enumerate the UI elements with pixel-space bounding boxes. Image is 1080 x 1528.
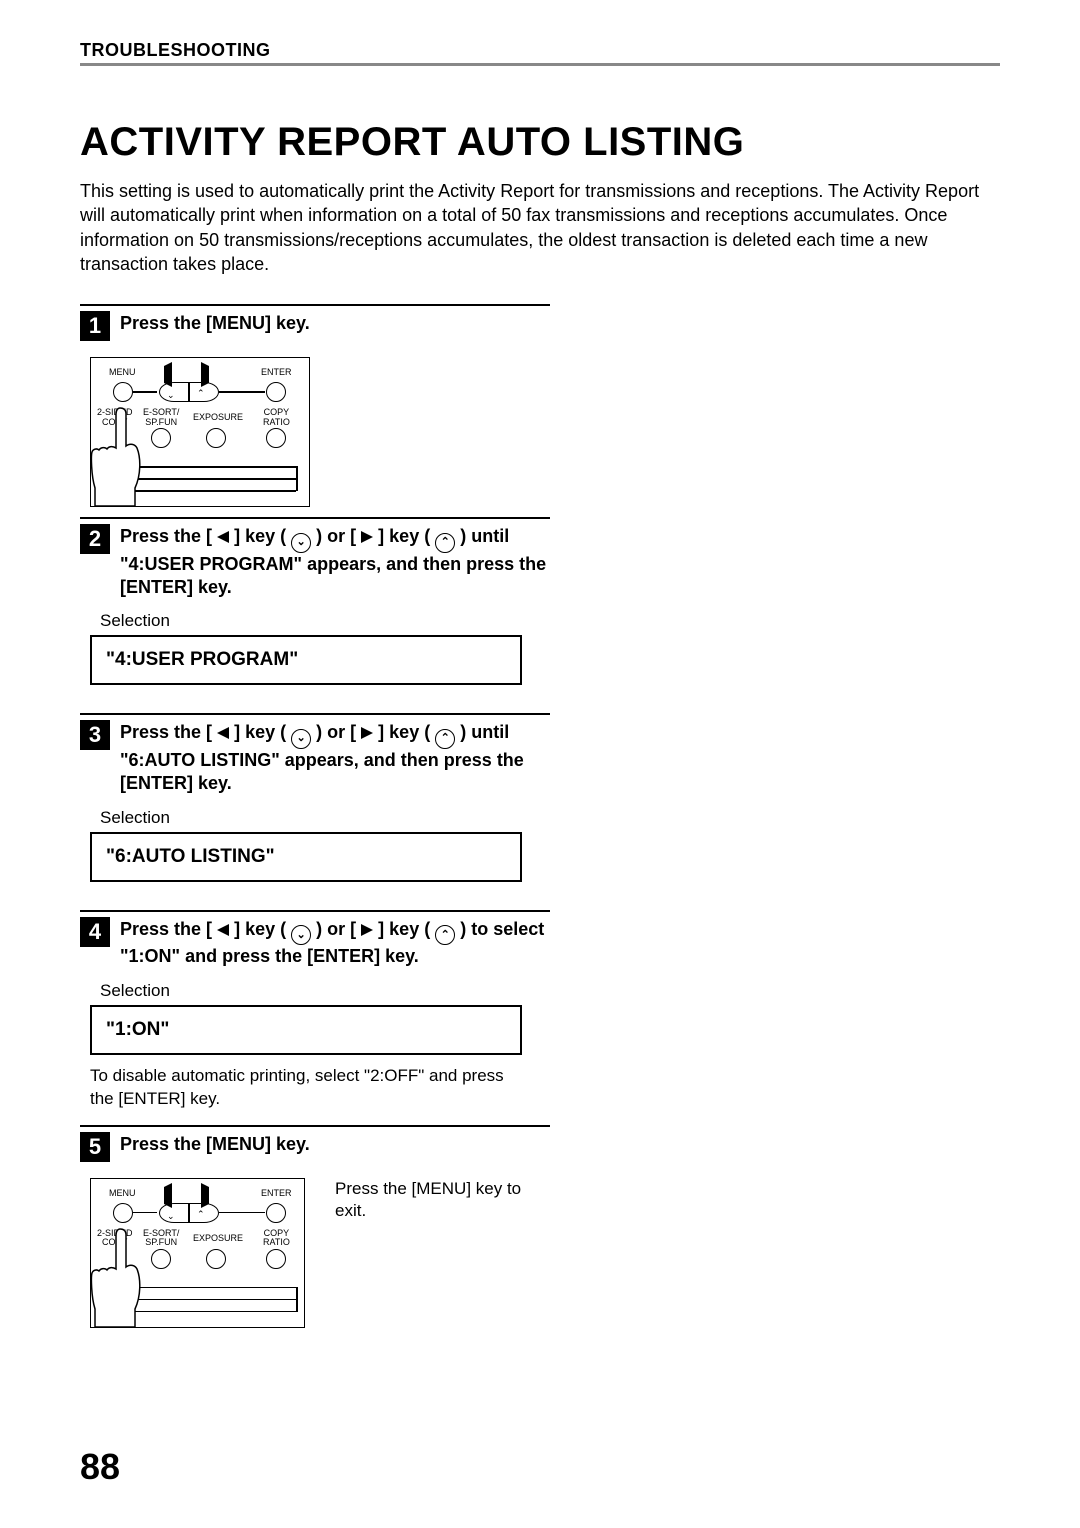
arrow-right-icon [361,727,373,739]
panel-label-exposure: EXPOSURE [193,413,243,422]
control-panel-illustration: MENU ENTER ⌄ ⌃ 2-SIDED COPY E-SORT/ SP.F… [90,357,310,507]
step-5-side-note: Press the [MENU] key to exit. [335,1178,550,1224]
selection-display: "1:ON" [90,1005,522,1055]
panel-arrow-right-icon [201,366,209,384]
step-number: 5 [80,1132,110,1162]
arrow-right-icon [361,924,373,936]
selection-label: Selection [100,611,550,631]
step-number: 3 [80,720,110,750]
circled-down-icon: ⌄ [291,729,311,749]
exposure-button-icon [206,1249,226,1269]
panel-arrow-left-icon [164,1187,172,1205]
circled-up-icon: ⌃ [435,925,455,945]
page-number: 88 [80,1446,120,1488]
circled-down-icon: ⌄ [291,533,311,553]
text: ] key ( [234,526,286,546]
section-header: TROUBLESHOOTING [80,40,1000,66]
pointing-hand-icon [85,403,155,508]
arrow-left-icon [217,924,229,936]
text: ] key ( [378,919,430,939]
copyratio-button-icon [266,428,286,448]
text: ) or [ [316,722,356,742]
menu-button-icon [113,382,133,402]
step-1: 1 Press the [MENU] key. MENU ENTER ⌄ ⌃ 2… [80,304,550,507]
text: ) or [ [316,526,356,546]
enter-button-icon [266,1203,286,1223]
text: Press the [ [120,722,212,742]
intro-paragraph: This setting is used to automatically pr… [80,179,1000,276]
text: ] key ( [234,722,286,742]
text: ) or [ [316,919,356,939]
step-4-title: Press the [ ] key ( ⌄ ) or [ ] key ( ⌃ )… [120,918,550,969]
panel-label-menu: MENU [109,1189,136,1198]
step-number: 1 [80,311,110,341]
selection-display: "6:AUTO LISTING" [90,832,522,882]
panel-arrow-left-icon [164,366,172,384]
enter-button-icon [266,382,286,402]
panel-arrow-right-icon [201,1187,209,1205]
arrow-left-icon [217,727,229,739]
step-2-title: Press the [ ] key ( ⌄ ) or [ ] key ( ⌃ )… [120,525,550,599]
arrow-right-icon [361,531,373,543]
step-1-title: Press the [MENU] key. [120,312,310,335]
copyratio-button-icon [266,1249,286,1269]
step-3-title: Press the [ ] key ( ⌄ ) or [ ] key ( ⌃ )… [120,721,550,795]
step-5: 5 Press the [MENU] key. MENU ENTER ⌄ ⌃ [80,1125,550,1328]
panel-label-menu: MENU [109,368,136,377]
step-3: 3 Press the [ ] key ( ⌄ ) or [ ] key ( ⌃… [80,713,550,881]
pointing-hand-icon [85,1224,155,1329]
step-4-note: To disable automatic printing, select "2… [90,1065,530,1111]
page: TROUBLESHOOTING ACTIVITY REPORT AUTO LIS… [0,0,1080,1528]
control-panel-illustration: MENU ENTER ⌄ ⌃ 2-SIDED COPY E-SORT/ SP.F… [90,1178,305,1328]
circled-up-icon: ⌃ [435,533,455,553]
step-2: 2 Press the [ ] key ( ⌄ ) or [ ] key ( ⌃… [80,517,550,685]
text: ] key ( [378,526,430,546]
text: ] key ( [378,722,430,742]
exposure-button-icon [206,428,226,448]
step-4: 4 Press the [ ] key ( ⌄ ) or [ ] key ( ⌃… [80,910,550,1111]
step-number: 2 [80,524,110,554]
text: Press the [ [120,526,212,546]
selection-label: Selection [100,808,550,828]
step-number: 4 [80,917,110,947]
text: Press the [ [120,919,212,939]
selection-display: "4:USER PROGRAM" [90,635,522,685]
page-title: ACTIVITY REPORT AUTO LISTING [80,120,1000,165]
step-5-title: Press the [MENU] key. [120,1133,310,1156]
selection-label: Selection [100,981,550,1001]
circled-down-icon: ⌄ [291,925,311,945]
panel-label-copyratio: COPY RATIO [263,408,290,427]
menu-button-icon [113,1203,133,1223]
panel-label-exposure: EXPOSURE [193,1234,243,1243]
panel-label-enter: ENTER [261,368,292,377]
panel-label-copyratio: COPY RATIO [263,1229,290,1248]
panel-label-enter: ENTER [261,1189,292,1198]
text: ] key ( [234,919,286,939]
circled-up-icon: ⌃ [435,729,455,749]
arrow-left-icon [217,531,229,543]
